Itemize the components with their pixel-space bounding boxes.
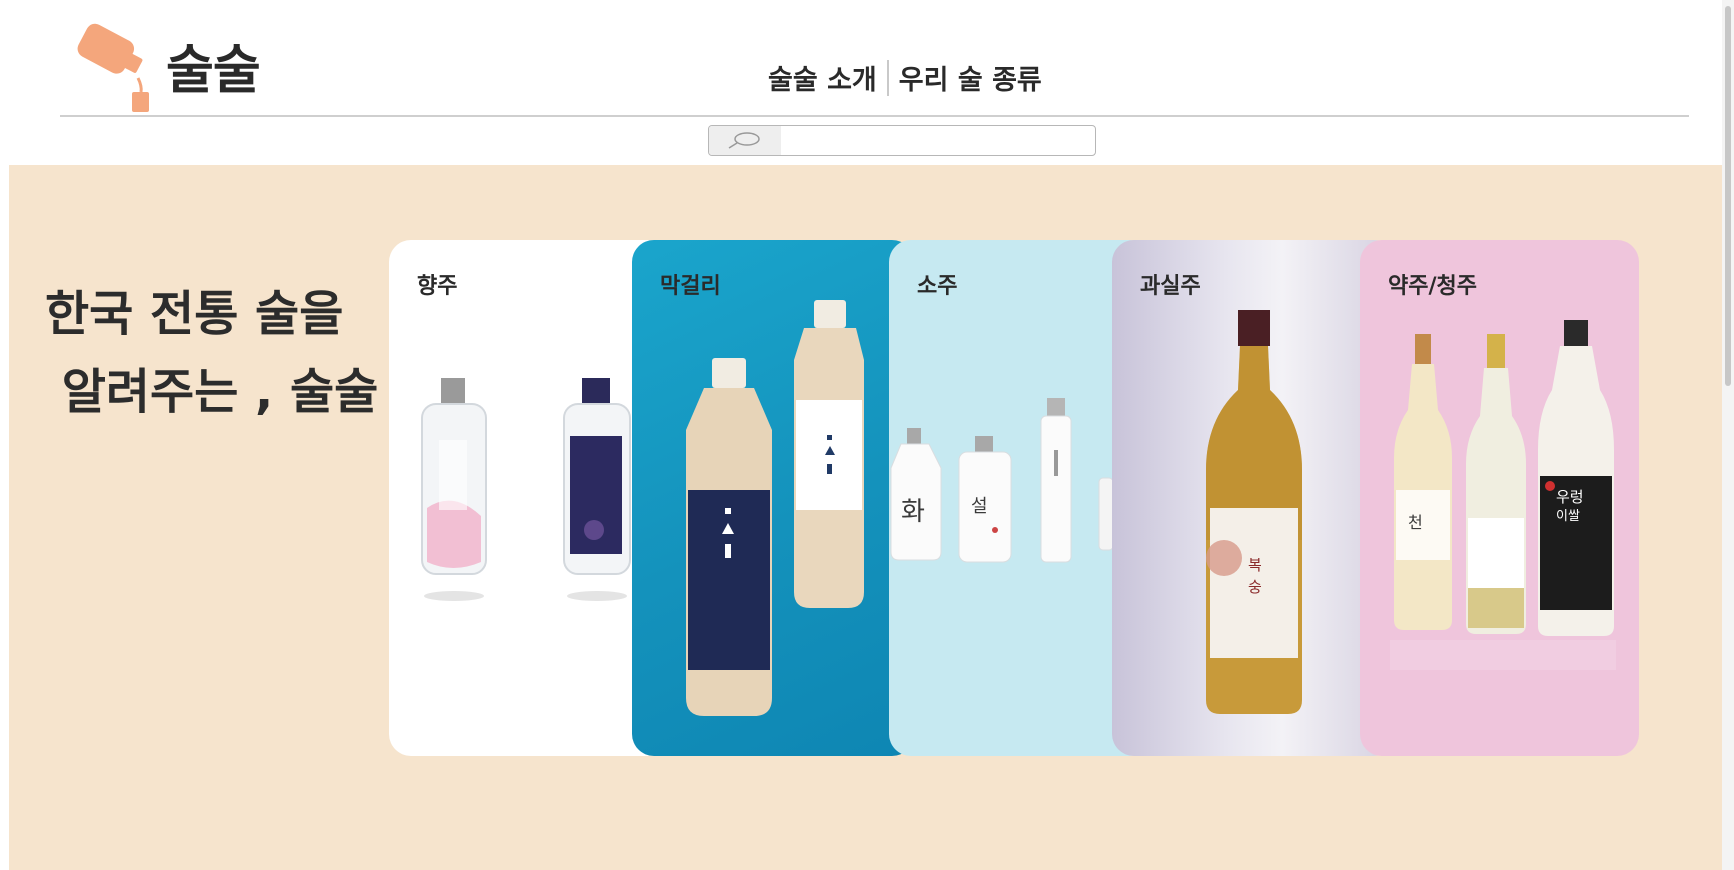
svg-text:화: 화 [901,497,925,527]
hero-headline: 한국 전통 술을 알려주는 , 술술 [45,286,379,420]
category-card-makgeolli[interactable]: 막걸리 [632,240,914,756]
svg-text:이쌀: 이쌀 [1556,509,1580,524]
yakju-bottles-image: 천 우렁 이쌀 [1390,320,1616,670]
svg-text:복: 복 [1248,556,1262,574]
header-divider [60,115,1689,117]
category-card-yakju[interactable]: 천 우렁 이쌀 약주/청주 [1360,240,1639,756]
scrollbar-thumb[interactable] [1725,6,1731,386]
category-card-gwasilju[interactable]: 복 숭 과실주 [1112,240,1396,756]
nav-item-about[interactable]: 술술 소개 [768,58,877,97]
card-label: 약주/청주 [1388,274,1477,299]
search-input[interactable] [783,126,1093,155]
search-bar [708,125,1096,156]
card-label: 막걸리 [660,274,721,299]
nav-item-types[interactable]: 우리 술 종류 [899,58,1042,97]
card-label: 향주 [417,274,458,299]
makgeolli-bottles-image [686,300,864,716]
svg-text:우렁: 우렁 [1556,488,1584,506]
main-nav: 술술 소개 우리 술 종류 [768,58,1042,97]
svg-text:천: 천 [1408,513,1423,532]
page-scrollbar[interactable] [1722,0,1734,870]
nav-divider [886,59,889,96]
pouring-bottle-icon [77,23,149,112]
svg-text:숭: 숭 [1248,578,1262,596]
search-icon[interactable] [709,126,781,155]
gwasilju-bottle-image: 복 숭 [1206,310,1302,714]
card-label: 과실주 [1140,274,1201,299]
category-card-hyangju[interactable]: 향주 [389,240,669,756]
hyangju-bottles-image [421,378,631,601]
svg-text:설: 설 [971,496,988,517]
logo-text[interactable]: 술술 [166,28,261,103]
card-label: 소주 [917,274,958,299]
